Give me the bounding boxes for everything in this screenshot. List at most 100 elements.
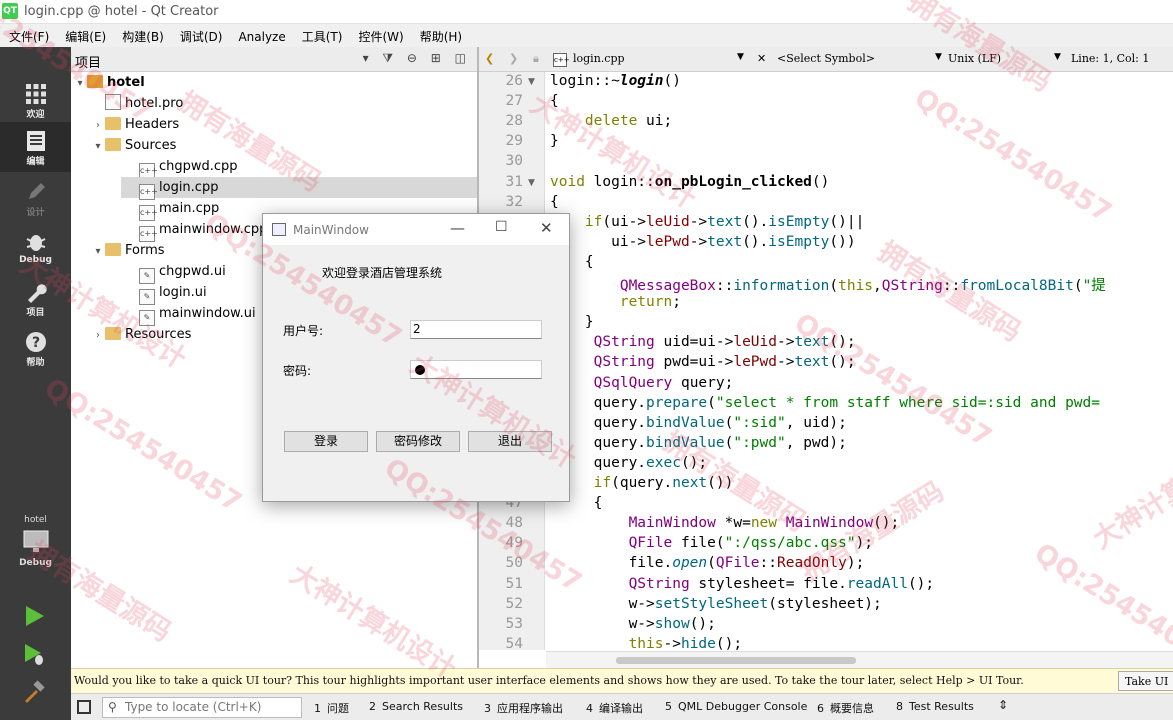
fold-arrow-icon[interactable]: ▼ [528,178,535,188]
exit-button[interactable]: 退出 [468,431,552,452]
code-line[interactable]: w->setStyleSheet(stylesheet); [550,596,882,612]
tree-item-chgpwd-cpp[interactable]: c++chgpwd.cpp [125,156,238,179]
tab-label: 应用程序输出 [497,702,563,715]
collapsed-arrow-icon[interactable]: › [91,325,105,346]
code-line[interactable]: { [550,93,559,109]
line-ending-dropdown-icon[interactable]: ▼ [1054,52,1061,62]
file-dropdown-icon[interactable]: ▼ [737,52,744,62]
code-line[interactable]: ui->lePwd->text().isEmpty()) [550,234,856,250]
code-line[interactable]: this->hide(); [550,636,743,650]
mode-help[interactable]: ? 帮助 [0,323,71,373]
horizontal-scrollbar[interactable] [546,651,1173,668]
fold-arrow-icon[interactable]: ▼ [528,77,535,87]
tree-item-mainwindow-cpp[interactable]: c++mainwindow.cpp [125,219,267,242]
close-icon[interactable]: ✕ [757,52,766,65]
tree-item-login-ui[interactable]: ✎ login.ui [125,282,207,305]
symbol-dropdown-icon[interactable]: ▼ [935,52,942,62]
code-line[interactable]: QString stylesheet= file.readAll(); [550,576,935,592]
close-icon[interactable]: ✕ [540,219,553,237]
code-line[interactable]: query.bindValue(":pwd", pwd); [550,435,847,451]
updown-arrows-icon[interactable]: ⇕ [998,698,1008,712]
code-line[interactable]: file.open(QFile::ReadOnly); [550,555,865,571]
expanded-arrow-icon[interactable]: ▾ [91,136,105,157]
kit-selector[interactable]: hotel Debug [0,515,71,568]
tree-item-resources[interactable]: › Resources [91,324,191,345]
mode-projects[interactable]: 项目 [0,273,71,323]
maximize-icon[interactable]: ☐ [495,219,508,235]
code-line[interactable]: QMessageBox::information(this,QString::f… [550,274,1106,295]
menu-item[interactable]: Analyze [229,26,292,44]
code-line[interactable]: query.bindValue(":sid", uid); [550,415,847,431]
pane-tool-icons[interactable]: ▾ ⧩ ⊖ ⊞ ◫ [363,51,471,66]
code-line[interactable]: QString pwd=ui->lePwd->text(); [550,354,856,370]
change-password-button[interactable]: 密码修改 [376,431,460,452]
toggle-sidebar-icon[interactable] [77,700,91,714]
code-line[interactable]: MainWindow *w=new MainWindow(); [550,515,900,531]
output-tab[interactable]: 8 Test Results [896,700,974,713]
menu-item[interactable]: 编辑(E) [56,24,113,45]
tree-item-hotel[interactable]: ▾ hotel [73,72,145,93]
output-tab[interactable]: 6 概要信息 [817,700,874,716]
menu-item[interactable]: 构建(B) [113,24,171,45]
code-line[interactable]: if(ui->leUid->text().isEmpty()|| [550,214,864,230]
output-tab[interactable]: 1 问题 [314,700,349,716]
output-tab[interactable]: 3 应用程序输出 [484,700,563,716]
uid-input[interactable]: 2 [410,320,542,339]
locator-input[interactable]: ⚲ Type to locate (Ctrl+K) [102,697,302,718]
collapsed-arrow-icon[interactable]: › [91,115,105,136]
login-button[interactable]: 登录 [284,431,368,452]
code-line[interactable]: delete ui; [550,113,672,129]
output-tab[interactable]: 4 编译输出 [586,700,643,716]
tree-item-chgpwd-ui[interactable]: ✎ chgpwd.ui [125,261,226,284]
tree-item-headers[interactable]: › Headers [91,114,179,135]
build-hammer-icon[interactable] [22,680,46,704]
tree-item-main-cpp[interactable]: c++main.cpp [125,198,219,221]
menu-item[interactable]: 帮助(H) [411,24,469,45]
open-file-combo[interactable]: login.cpp [573,52,625,65]
menu-item[interactable]: 调试(D) [171,24,230,45]
expanded-arrow-icon[interactable]: ▾ [91,241,105,262]
tree-item-hotel-pro[interactable]: hotel.pro [91,93,183,114]
mode-debug[interactable]: Debug [0,223,71,273]
kit-build-label: Debug [19,558,52,568]
output-tab[interactable]: 2 Search Results [369,700,463,713]
code-line[interactable]: login::~login() [550,73,681,89]
line-ending-combo[interactable]: Unix (LF) [948,52,1001,65]
symbol-combo[interactable]: <Select Symbol> [777,52,875,65]
tree-item-forms[interactable]: ▾ Forms [91,240,165,261]
output-tab[interactable]: 5 QML Debugger Console [665,700,807,713]
code-line[interactable]: QSqlQuery query; [550,375,734,391]
run-icon[interactable] [22,604,46,628]
menu-item[interactable]: 控件(W) [349,24,410,45]
scrollbar-thumb[interactable] [616,657,856,664]
code-line[interactable]: QFile file(":/qss/abc.qss"); [550,535,873,551]
cursor-position[interactable]: Line: 1, Col: 1 [1071,52,1149,65]
code-line[interactable]: w->show(); [550,616,716,632]
code-line[interactable]: } [550,133,559,149]
tree-item-sources[interactable]: ▾ Sources [91,135,176,156]
code-line[interactable]: void login::on_pbLogin_clicked() [550,174,829,190]
mode-design[interactable]: 设计 [0,173,71,223]
tree-item-mainwindow-ui[interactable]: ✎ mainwindow.ui [125,303,256,326]
code-line[interactable]: if(query.next()) [550,475,734,491]
take-tour-button[interactable]: Take UI [1118,671,1173,691]
pwd-input[interactable] [410,360,542,379]
minimize-icon[interactable]: — [450,219,465,237]
project-pane-title[interactable]: 项目 [75,52,101,71]
mode-welcome[interactable]: 欢迎 [0,75,71,125]
menu-item[interactable]: 工具(T) [293,24,350,45]
tree-item-login-cpp[interactable]: c++login.cpp [121,177,477,200]
code-line[interactable]: QString uid=ui->leUid->text(); [550,334,856,350]
code-line[interactable]: query.exec(); [550,455,708,471]
menu-item[interactable]: 文件(F) [0,24,56,45]
mode-edit[interactable]: 编辑 [0,122,71,172]
forward-icon[interactable]: ❯ [509,52,518,65]
monitor-icon [23,530,48,552]
expanded-arrow-icon[interactable]: ▾ [73,73,87,94]
code-line[interactable]: { [550,194,559,210]
code-line[interactable]: query.prepare("select * from staff where… [550,395,1100,411]
debug-run-icon[interactable] [22,642,46,666]
back-icon[interactable]: ❮ [485,52,494,65]
code-editor[interactable]: login::~login(){ delete ui;}void login::… [546,72,1173,650]
tab-label: 问题 [327,702,349,715]
